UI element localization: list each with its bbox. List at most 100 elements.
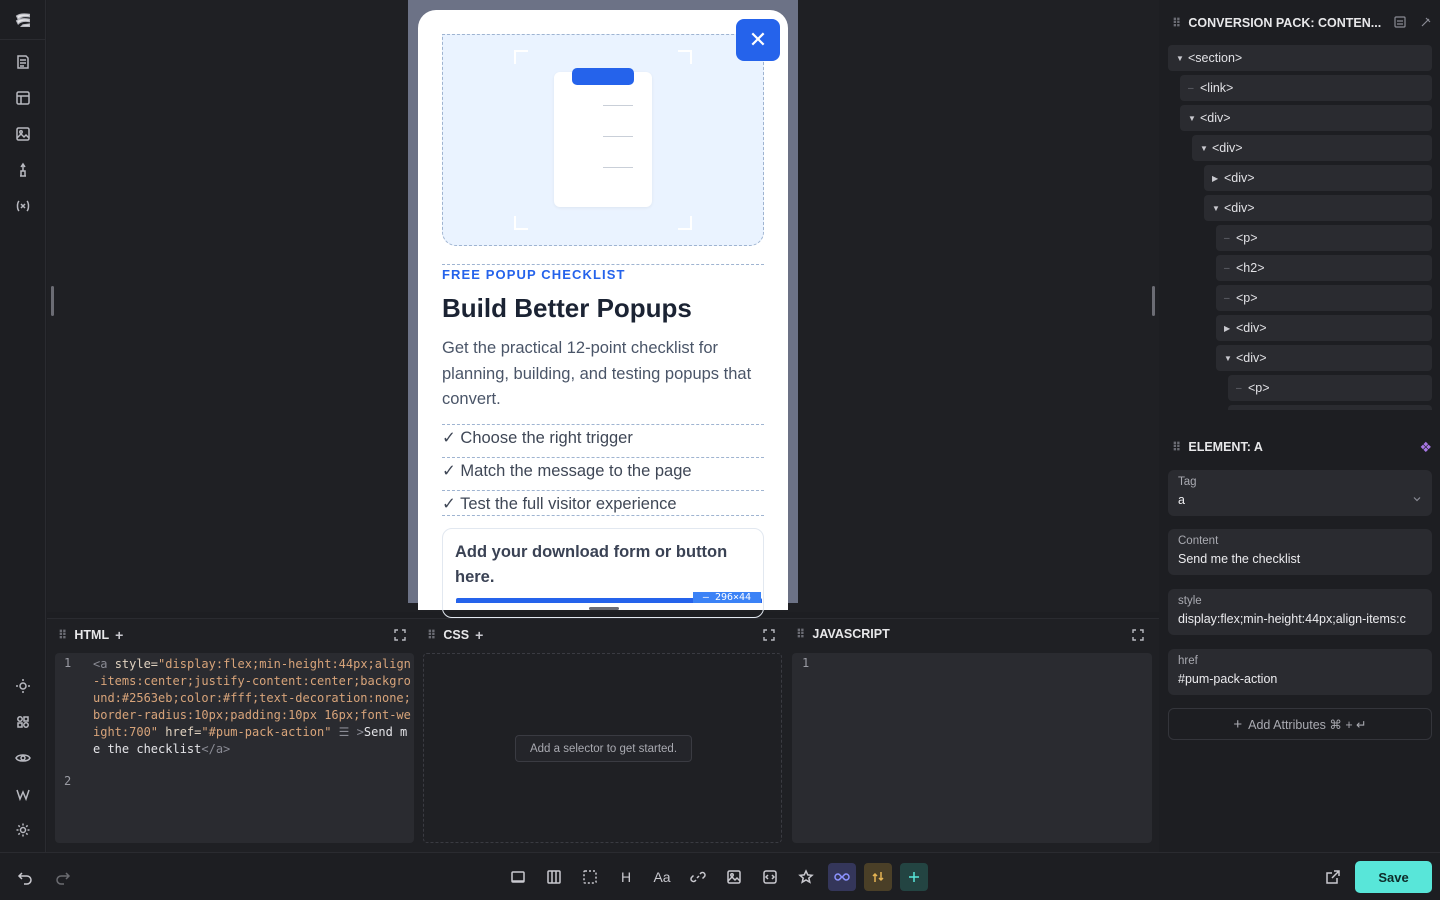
tree-node-div[interactable]: ▼ <div> (1204, 195, 1432, 221)
add-attributes-button[interactable]: + Add Attributes ⌘ + ↵ (1168, 708, 1432, 740)
tree-node-div[interactable]: ▼ <div> (1180, 105, 1432, 131)
text-icon[interactable]: Aa (650, 865, 674, 889)
caret-down-icon[interactable]: ▼ (1176, 54, 1188, 63)
theme-sun-icon[interactable] (13, 676, 33, 696)
container-icon[interactable] (506, 865, 530, 889)
wordpress-icon[interactable] (13, 784, 33, 804)
preview-eye-icon[interactable] (13, 748, 33, 768)
caret-down-icon[interactable]: ▼ (1212, 204, 1224, 213)
tree-node-div[interactable]: ▼ <div> (1192, 135, 1432, 161)
inline-logo-icon: ☰ (331, 725, 357, 739)
logo-icon[interactable] (0, 0, 46, 40)
popup-eyebrow[interactable]: FREE POPUP CHECKLIST (442, 264, 764, 282)
columns-icon[interactable] (542, 865, 566, 889)
pages-icon[interactable] (13, 52, 33, 72)
popup-close-button[interactable]: ✕ (736, 19, 780, 61)
leaf-dash-icon: – (1188, 82, 1194, 94)
loop-icon[interactable] (828, 863, 856, 891)
caret-down-icon[interactable]: ▼ (1224, 354, 1236, 363)
link-icon[interactable] (686, 865, 710, 889)
crop-corner-tl (514, 50, 528, 64)
tree-node-p[interactable]: – <p> (1216, 225, 1432, 251)
checklist-item[interactable]: ✓ Choose the right trigger (442, 424, 764, 457)
tag-field[interactable]: Tag a (1168, 470, 1432, 516)
editor-resize-handle[interactable] (589, 607, 619, 610)
components-icon[interactable] (13, 712, 33, 732)
html-code[interactable]: <a style="display:flex;min-height:44px;a… (93, 656, 411, 758)
media-icon[interactable] (13, 124, 33, 144)
tree-node-h2[interactable]: – <h2> (1216, 255, 1432, 281)
popup-description[interactable]: Get the practical 12-point checklist for… (442, 336, 760, 413)
undo-icon[interactable] (13, 865, 37, 889)
style-brush-icon[interactable] (13, 160, 33, 180)
redo-icon[interactable] (51, 865, 75, 889)
checklist-item[interactable]: ✓ Match the message to the page (442, 457, 764, 490)
save-button[interactable]: Save (1355, 861, 1432, 893)
conditions-icon[interactable] (864, 863, 892, 891)
tree-node-p[interactable]: – <p> (1228, 375, 1432, 401)
tree-node-label: <link> (1200, 81, 1234, 95)
content-field[interactable]: Content Send me the checklist (1168, 529, 1432, 575)
image-icon[interactable] (722, 865, 746, 889)
tree-node-p[interactable]: – <p> (1216, 285, 1432, 311)
js-editor-header: ⠿ JAVASCRIPT (796, 627, 890, 641)
left-resize-handle[interactable] (51, 286, 54, 316)
structure-tree: ▼ <section> – <link> ▼ <div> ▼ <div> ▶ <div> … (1160, 42, 1440, 410)
tree-node-link[interactable]: – <link> (1180, 75, 1432, 101)
add-attributes-label: Add Attributes ⌘ + ↵ (1248, 717, 1367, 732)
caret-right-icon[interactable]: ▶ (1224, 324, 1236, 333)
layout-icon[interactable] (13, 88, 33, 108)
code-href-value: "#pum-pack-action" (201, 725, 332, 739)
expand-html-icon[interactable] (394, 628, 406, 641)
tree-node-div[interactable]: ▶ <div> (1204, 165, 1432, 191)
style-value: display:flex;min-height:44px;align-items… (1178, 612, 1406, 626)
heading-icon[interactable]: H (614, 865, 638, 889)
caret-down-icon[interactable]: ▼ (1188, 114, 1200, 123)
add-html-icon[interactable]: + (115, 627, 123, 643)
settings-gear-icon[interactable] (13, 820, 33, 840)
css-empty-hint[interactable]: Add a selector to get started. (515, 735, 692, 762)
drag-grip-icon[interactable]: ⠿ (58, 628, 67, 642)
panel-layout-icon[interactable] (1394, 15, 1406, 31)
add-element-icon[interactable] (900, 863, 928, 891)
component-diamond-icon[interactable]: ❖ (1419, 439, 1432, 456)
caret-right-icon[interactable]: ▶ (1212, 174, 1224, 183)
js-code-editor[interactable] (792, 653, 1152, 843)
chevron-down-icon (1412, 493, 1422, 507)
drag-grip-icon[interactable]: ⠿ (1172, 16, 1181, 30)
drag-grip-icon[interactable]: ⠿ (796, 627, 805, 641)
tree-node-partial[interactable] (1228, 405, 1432, 410)
drag-grip-icon[interactable]: ⠿ (1172, 440, 1181, 454)
href-field[interactable]: href #pum-pack-action (1168, 649, 1432, 695)
tree-node-label: <p> (1236, 291, 1258, 305)
open-external-icon[interactable] (1321, 865, 1345, 889)
clipboard-line (603, 105, 633, 106)
content-value: Send me the checklist (1178, 552, 1301, 566)
tree-node-div[interactable]: ▼ <div> (1216, 345, 1432, 371)
drag-grip-icon[interactable]: ⠿ (427, 628, 436, 642)
popup-title[interactable]: Build Better Popups (442, 293, 692, 324)
clipboard-line (603, 167, 633, 168)
line-number: 1 (64, 656, 72, 670)
div-block-icon[interactable] (578, 865, 602, 889)
variables-icon[interactable] (13, 196, 33, 216)
code-block-icon[interactable] (758, 865, 782, 889)
tree-node-div[interactable]: ▶ <div> (1216, 315, 1432, 341)
expand-css-icon[interactable] (763, 628, 775, 641)
tree-node-label: <section> (1188, 51, 1243, 65)
add-css-icon[interactable]: + (475, 627, 483, 643)
left-rail (0, 0, 46, 852)
code-tag-close: </a> (201, 742, 231, 756)
expand-js-icon[interactable] (1132, 628, 1144, 641)
pin-icon[interactable] (1420, 16, 1432, 31)
checklist-item[interactable]: ✓ Test the full visitor experience (442, 490, 764, 516)
star-icon[interactable] (794, 865, 818, 889)
tree-node-label: <p> (1236, 231, 1258, 245)
html-editor-header: ⠿ HTML + (58, 627, 123, 643)
line-number: 2 (64, 774, 72, 788)
tree-node-section[interactable]: ▼ <section> (1168, 45, 1432, 71)
code-attr-style: style= (114, 657, 159, 671)
style-field[interactable]: style display:flex;min-height:44px;align… (1168, 589, 1432, 635)
right-resize-handle[interactable] (1152, 286, 1155, 316)
caret-down-icon[interactable]: ▼ (1200, 144, 1212, 153)
